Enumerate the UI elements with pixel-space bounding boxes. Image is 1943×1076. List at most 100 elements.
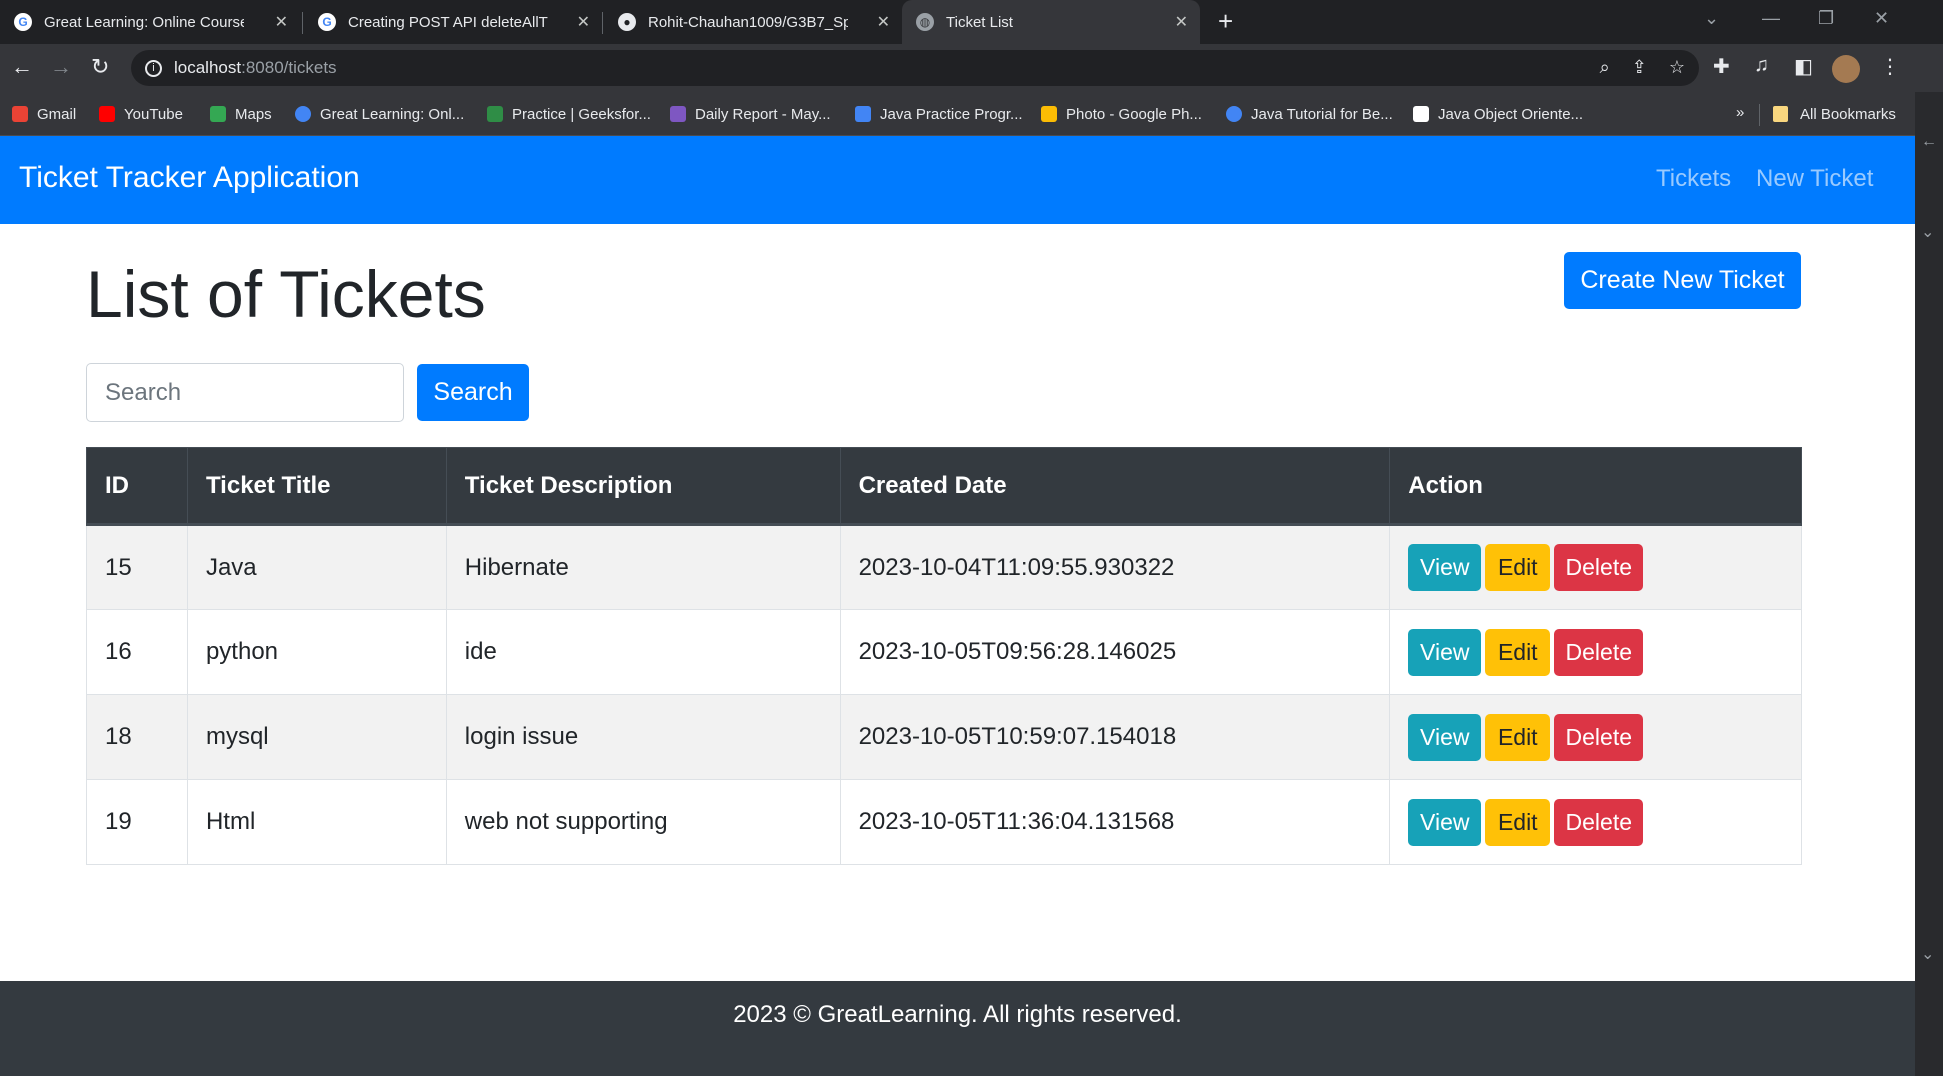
cell-title: mysql (186, 694, 447, 780)
browser-menu-kebab-icon[interactable]: ⋮ (1880, 54, 1900, 79)
w3schools-icon (1413, 106, 1429, 122)
gmail-icon (12, 106, 28, 122)
bookmark-label: Java Tutorial for Be... (1251, 105, 1393, 123)
restore-window-icon[interactable]: ❐ (1818, 8, 1834, 29)
search-button[interactable]: Search (417, 364, 529, 421)
create-new-ticket-button[interactable]: Create New Ticket (1564, 252, 1801, 309)
bookmark-label: YouTube (124, 105, 183, 123)
column-header-description: Ticket Description (445, 447, 841, 526)
cell-actions: View Edit Delete (1389, 609, 1802, 695)
tab-search-chevron-icon[interactable]: ⌄ (1704, 8, 1719, 29)
side-panel-icon[interactable]: ◧ (1794, 54, 1813, 79)
view-button[interactable]: View (1408, 713, 1482, 761)
tab-divider (602, 12, 603, 34)
bookmark-java-tutorial[interactable]: Java Tutorial for Be... (1226, 92, 1393, 136)
devtools-side-strip: ← ⌄ ⌄ (1915, 92, 1943, 1076)
bookmark-label: Practice | Geeksfor... (512, 105, 651, 123)
bookmark-daily-report[interactable]: Daily Report - May... (670, 92, 831, 136)
app-navbar: Ticket Tracker Application Tickets New T… (0, 136, 1915, 224)
table-row: 18 mysql login issue 2023-10-05T10:59:07… (86, 694, 1802, 780)
table-row: 15 Java Hibernate 2023-10-04T11:09:55.93… (86, 524, 1802, 610)
browser-tab-0[interactable]: G Great Learning: Online Courses, I ✕ (0, 0, 300, 44)
cell-id: 18 (86, 694, 188, 780)
tab-title: Rohit-Chauhan1009/G3B7_Sprin (648, 13, 848, 31)
zoom-icon[interactable]: ⌕ (1600, 57, 1610, 78)
close-tab-icon[interactable]: ✕ (577, 12, 590, 32)
delete-button[interactable]: Delete (1554, 544, 1644, 591)
browser-tab-2[interactable]: ● Rohit-Chauhan1009/G3B7_Sprin ✕ (604, 0, 902, 44)
edit-button[interactable]: Edit (1485, 628, 1551, 676)
bookmark-label: Gmail (37, 105, 77, 123)
bookmark-gmail[interactable]: Gmail (12, 92, 76, 136)
chevron-down-icon[interactable]: ⌄ (1921, 944, 1934, 964)
cell-created-date: 2023-10-05T10:59:07.154018 (839, 694, 1391, 780)
view-button[interactable]: View (1408, 798, 1482, 846)
photos-pinwheel-icon (1041, 106, 1057, 122)
search-input[interactable] (86, 363, 404, 422)
collapse-arrow-icon[interactable]: ← (1921, 133, 1937, 151)
edit-button[interactable]: Edit (1485, 798, 1551, 846)
browser-tab-strip: G Great Learning: Online Courses, I ✕ G … (0, 0, 1943, 44)
address-bar[interactable]: i localhost:8080/tickets ⌕ ⇪ ☆ (131, 50, 1699, 86)
nav-link-new-ticket[interactable]: New Ticket (1756, 165, 1873, 193)
share-icon[interactable]: ⇪ (1632, 57, 1647, 78)
media-controls-icon[interactable]: ♫ (1754, 54, 1769, 77)
bookmark-java-practice[interactable]: Java Practice Progr... (855, 92, 1023, 136)
bookmark-label: Great Learning: Onl... (320, 105, 465, 123)
geeksforgeeks-icon (487, 106, 503, 122)
close-tab-icon[interactable]: ✕ (275, 12, 288, 32)
cell-actions: View Edit Delete (1389, 524, 1802, 610)
new-tab-plus-icon[interactable]: + (1218, 6, 1233, 37)
close-tab-icon[interactable]: ✕ (877, 12, 890, 32)
forms-icon (670, 106, 686, 122)
delete-button[interactable]: Delete (1554, 713, 1644, 761)
maps-pin-icon (210, 106, 226, 122)
bookmark-label: Java Practice Progr... (880, 105, 1023, 123)
cell-description: Hibernate (445, 524, 841, 610)
table-row: 16 python ide 2023-10-05T09:56:28.146025… (86, 609, 1802, 695)
bookmark-maps[interactable]: Maps (210, 92, 272, 136)
forward-arrow-icon[interactable]: → (50, 54, 72, 80)
bookmark-google-photos[interactable]: Photo - Google Ph... (1041, 92, 1202, 136)
bookmark-great-learning[interactable]: Great Learning: Onl... (295, 92, 464, 136)
browser-tab-active[interactable]: ◍ Ticket List ✕ (902, 0, 1200, 44)
bookmark-label: Maps (235, 105, 272, 123)
minimize-window-icon[interactable]: — (1762, 8, 1780, 29)
all-bookmarks-button[interactable]: All Bookmarks (1773, 92, 1896, 136)
reload-icon[interactable]: ↻ (91, 54, 109, 80)
cell-title: python (186, 609, 447, 695)
tab-title: Great Learning: Online Courses, I (44, 13, 244, 31)
view-button[interactable]: View (1408, 544, 1482, 591)
page-footer: 2023 © GreatLearning. All rights reserve… (0, 981, 1915, 1076)
extensions-puzzle-icon[interactable]: ✚ (1713, 54, 1730, 79)
tab-divider (302, 12, 303, 34)
close-window-icon[interactable]: ✕ (1874, 8, 1889, 29)
navbar-brand[interactable]: Ticket Tracker Application (19, 161, 360, 195)
browser-toolbar: ← → ↻ i localhost:8080/tickets ⌕ ⇪ ☆ ✚ ♫… (0, 44, 1943, 92)
close-tab-icon[interactable]: ✕ (1175, 12, 1188, 32)
site-info-icon[interactable]: i (145, 59, 162, 77)
cell-created-date: 2023-10-04T11:09:55.930322 (839, 524, 1391, 610)
nav-link-tickets[interactable]: Tickets (1656, 165, 1731, 193)
bookmark-star-icon[interactable]: ☆ (1669, 57, 1685, 78)
globe-favicon-icon: ◍ (916, 13, 934, 31)
cell-id: 16 (86, 609, 188, 695)
google-favicon-icon: G (318, 13, 336, 31)
youtube-icon (99, 106, 115, 122)
delete-button[interactable]: Delete (1554, 628, 1644, 676)
back-arrow-icon[interactable]: ← (11, 54, 33, 80)
bookmarks-overflow-chevron-icon[interactable]: » (1736, 104, 1744, 121)
bookmark-geeksforgeeks[interactable]: Practice | Geeksfor... (487, 92, 651, 136)
chevron-down-icon[interactable]: ⌄ (1921, 222, 1934, 242)
cell-title: Html (186, 779, 447, 865)
edit-button[interactable]: Edit (1485, 544, 1551, 591)
delete-button[interactable]: Delete (1554, 798, 1644, 846)
bookmark-java-oop[interactable]: Java Object Oriente... (1413, 92, 1583, 136)
column-header-id: ID (86, 447, 188, 526)
bookmark-youtube[interactable]: YouTube (99, 92, 183, 136)
view-button[interactable]: View (1408, 628, 1482, 676)
folder-icon (1773, 106, 1788, 122)
browser-tab-1[interactable]: G Creating POST API deleteAllThes ✕ (304, 0, 602, 44)
edit-button[interactable]: Edit (1485, 713, 1551, 761)
profile-avatar[interactable] (1832, 55, 1860, 83)
